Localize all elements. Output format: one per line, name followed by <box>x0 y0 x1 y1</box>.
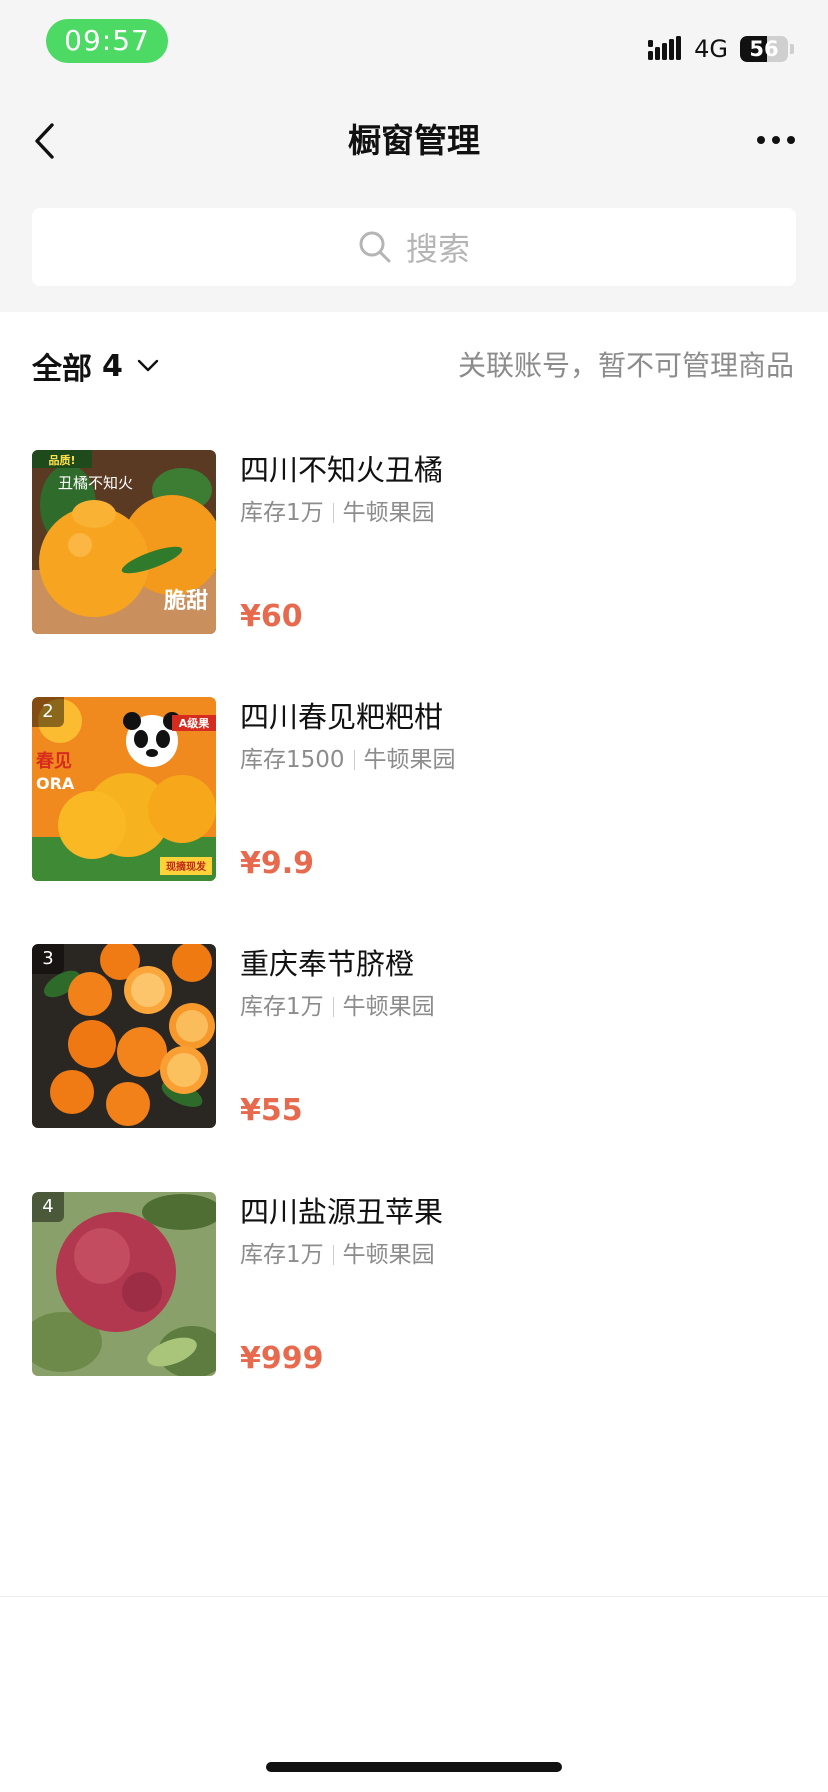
meta-divider <box>332 997 334 1017</box>
filter-count: 4 <box>102 348 123 384</box>
thumbnail-badge: 脆甜 <box>164 588 208 614</box>
product-thumbnail: 3 <box>32 944 216 1128</box>
search-input[interactable]: 搜索 <box>32 208 796 286</box>
search-icon <box>359 231 391 263</box>
more-button[interactable] <box>752 124 800 156</box>
thumbnail-tag: 现摘现发 <box>166 860 207 873</box>
product-meta: 库存1万 牛顿果园 <box>240 990 435 1024</box>
chevron-down-icon <box>137 359 159 372</box>
thumbnail-banner: 品质! <box>48 453 75 467</box>
product-stock: 库存1万 <box>240 994 324 1020</box>
product-price: ¥9.9 <box>240 846 315 881</box>
product-shop: 牛顿果园 <box>342 994 435 1020</box>
product-stock: 库存1500 <box>240 747 345 773</box>
product-price: ¥60 <box>240 599 303 634</box>
product-item[interactable]: A级果 春见 ORA 现摘现发 2 四川春见粑粑柑 库存1500 牛顿果园 ¥9… <box>0 697 828 887</box>
meta-divider <box>353 750 355 770</box>
battery-icon: 56 <box>740 36 788 62</box>
ugly-tangerine-photo: 品质! 丑橘不知火 脆甜 <box>32 450 216 634</box>
rank-badge: 4 <box>32 1192 64 1222</box>
product-thumbnail: 4 <box>32 1192 216 1376</box>
home-indicator[interactable] <box>266 1762 562 1772</box>
product-shop: 牛顿果园 <box>342 500 435 526</box>
product-shop: 牛顿果园 <box>342 1242 435 1268</box>
product-stock: 库存1万 <box>240 500 324 526</box>
product-price: ¥55 <box>240 1093 303 1128</box>
product-name: 四川不知火丑橘 <box>240 453 444 487</box>
network-label: 4G <box>694 35 728 63</box>
divider <box>0 1596 828 1597</box>
search-placeholder: 搜索 <box>405 230 470 268</box>
thumbnail-text: ORA <box>36 774 75 793</box>
product-stock: 库存1万 <box>240 1242 324 1268</box>
filter-label: 全部 <box>32 352 92 387</box>
product-meta: 库存1500 牛顿果园 <box>240 743 456 777</box>
filter-dropdown[interactable]: 全部 4 <box>32 344 159 388</box>
product-item[interactable]: 4 四川盐源丑苹果 库存1万 牛顿果园 ¥999 <box>0 1192 828 1382</box>
product-meta: 库存1万 牛顿果园 <box>240 496 435 530</box>
product-name: 四川盐源丑苹果 <box>240 1195 444 1229</box>
meta-divider <box>332 503 334 523</box>
thumbnail-title: 丑橘不知火 <box>58 474 133 492</box>
battery-cap <box>790 44 794 54</box>
signal-icon <box>648 36 682 60</box>
more-horizontal-icon <box>757 136 795 144</box>
screen: 09:57 4G 56 橱窗管理 搜索 全部 4 关联账号，暂不可管理商品 品质… <box>0 0 828 1792</box>
filter-notice: 关联账号，暂不可管理商品 <box>457 349 794 382</box>
rank-badge: 3 <box>32 944 64 974</box>
product-name: 四川春见粑粑柑 <box>240 700 444 734</box>
battery-level: 56 <box>749 37 779 61</box>
product-meta: 库存1万 牛顿果园 <box>240 1238 435 1272</box>
thumbnail-brand: 春见 <box>36 750 72 772</box>
product-shop: 牛顿果园 <box>363 747 456 773</box>
thumbnail-grade: A级果 <box>179 716 210 730</box>
rank-badge: 2 <box>32 697 64 727</box>
status-indicators: 4G 56 <box>648 34 794 64</box>
product-item[interactable]: 品质! 丑橘不知火 脆甜 四川不知火丑橘 库存1万 牛顿果园 ¥60 <box>0 450 828 640</box>
meta-divider <box>332 1245 334 1265</box>
product-price: ¥999 <box>240 1341 324 1376</box>
product-item[interactable]: 3 重庆奉节脐橙 库存1万 牛顿果园 ¥55 <box>0 944 828 1134</box>
product-name: 重庆奉节脐橙 <box>240 947 415 981</box>
product-thumbnail: A级果 春见 ORA 现摘现发 2 <box>32 697 216 881</box>
page-title: 橱窗管理 <box>348 121 480 160</box>
status-time: 09:57 <box>46 19 168 63</box>
product-thumbnail: 品质! 丑橘不知火 脆甜 <box>32 450 216 634</box>
